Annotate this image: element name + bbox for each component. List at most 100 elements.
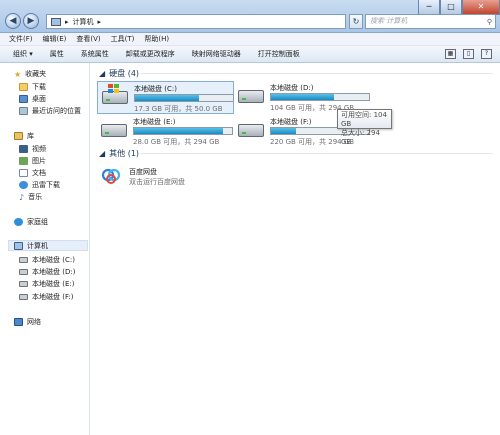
sidebar-label: 下载 xyxy=(32,83,46,91)
collapse-icon[interactable]: ◢ xyxy=(99,69,105,78)
title-bar: ─ □ ✕ ◀ ▶ ▸ 计算机 ▸ ↻ 搜索 计算机 ⚲ xyxy=(0,0,500,33)
drive-tile-e[interactable]: 本地磁盘 (E:) 28.0 GB 可用，共 294 GB xyxy=(97,115,234,148)
command-bar: 组织 ▾ 属性 系统属性 卸载或更改程序 映射网络驱动器 打开控制面板 ▦ ▯ … xyxy=(0,46,500,63)
library-icon xyxy=(14,132,23,140)
drive-name: 本地磁盘 (E:) xyxy=(133,118,176,126)
windows-logo-icon xyxy=(108,84,120,94)
system-properties-button[interactable]: 系统属性 xyxy=(81,49,109,59)
group-label: 其他 (1) xyxy=(109,149,140,158)
collapse-icon[interactable]: ◢ xyxy=(99,149,105,158)
open-control-panel-button[interactable]: 打开控制面板 xyxy=(258,49,300,59)
organize-button[interactable]: 组织 ▾ xyxy=(13,49,33,59)
usage-bar xyxy=(270,93,370,101)
sidebar-item-videos[interactable]: 视频 xyxy=(19,144,46,154)
drive-name: 本地磁盘 (F:) xyxy=(270,118,312,126)
search-icon[interactable]: ⚲ xyxy=(487,16,492,29)
help-icon[interactable]: ? xyxy=(481,49,492,59)
group-divider xyxy=(141,73,493,74)
document-icon xyxy=(19,169,28,177)
sidebar-label: 视频 xyxy=(32,145,46,153)
baidu-netdisk-name[interactable]: 百度网盘 xyxy=(129,167,157,177)
computer-icon xyxy=(51,17,61,26)
recent-places-icon xyxy=(19,107,28,115)
close-button[interactable]: ✕ xyxy=(462,0,500,15)
computer-icon xyxy=(14,241,23,250)
drive-name: 本地磁盘 (C:) xyxy=(134,85,177,93)
properties-button[interactable]: 属性 xyxy=(50,49,64,59)
baidu-netdisk-icon[interactable] xyxy=(101,166,121,186)
sidebar-label: 家庭组 xyxy=(27,218,48,226)
sidebar-label: 音乐 xyxy=(28,193,43,201)
menu-help[interactable]: 帮助(H) xyxy=(144,34,169,44)
sidebar-label: 本地磁盘 (C:) xyxy=(32,256,75,264)
hard-drive-icon xyxy=(238,90,264,103)
sidebar-label: 本地磁盘 (F:) xyxy=(32,293,74,301)
menu-edit[interactable]: 编辑(E) xyxy=(43,34,67,44)
sidebar-libraries[interactable]: 库 xyxy=(14,131,34,141)
sidebar-item-drive-d[interactable]: 本地磁盘 (D:) xyxy=(19,267,75,277)
sidebar-label: 桌面 xyxy=(32,95,46,103)
back-button[interactable]: ◀ xyxy=(5,13,21,29)
refresh-button[interactable]: ↻ xyxy=(349,14,363,29)
address-bar[interactable]: ▸ 计算机 ▸ xyxy=(46,14,346,29)
tooltip-total-size: 总大小: 294 GB xyxy=(341,129,380,146)
group-header-drives[interactable]: ◢ 硬盘 (4) xyxy=(99,68,139,79)
maximize-button[interactable]: □ xyxy=(440,0,462,15)
sidebar-label: 计算机 xyxy=(27,241,48,250)
search-placeholder: 搜索 计算机 xyxy=(370,17,408,25)
drive-tile-c[interactable]: 本地磁盘 (C:) 17.3 GB 可用，共 50.0 GB xyxy=(97,81,234,114)
usage-bar xyxy=(134,94,234,102)
homegroup-icon xyxy=(14,218,23,226)
drive-icon xyxy=(19,294,28,300)
sidebar-item-drive-c[interactable]: 本地磁盘 (C:) xyxy=(19,255,75,265)
sidebar-label: 收藏夹 xyxy=(25,70,47,78)
network-icon xyxy=(14,318,23,326)
sidebar-item-downloads[interactable]: 下载 xyxy=(19,82,46,92)
toolbar-right: ▦ ▯ ? xyxy=(445,49,492,59)
sidebar-item-desktop[interactable]: 桌面 xyxy=(19,94,46,104)
downloads-folder-icon xyxy=(19,83,28,91)
menu-view[interactable]: 查看(V) xyxy=(76,34,100,44)
sidebar-item-thunder-downloads[interactable]: 迅雷下载 xyxy=(19,180,60,190)
drive-name: 本地磁盘 (D:) xyxy=(270,84,314,92)
sidebar-item-drive-e[interactable]: 本地磁盘 (E:) xyxy=(19,279,74,289)
sidebar-computer[interactable]: 计算机 xyxy=(8,240,88,251)
minimize-button[interactable]: ─ xyxy=(418,0,440,15)
group-label: 硬盘 (4) xyxy=(109,69,140,78)
sidebar-homegroup[interactable]: 家庭组 xyxy=(14,217,48,227)
drive-icon xyxy=(19,269,28,275)
sidebar-label: 本地磁盘 (E:) xyxy=(32,280,75,288)
sidebar-item-recent[interactable]: 最近访问的位置 xyxy=(19,106,81,116)
search-input[interactable]: 搜索 计算机 ⚲ xyxy=(365,14,496,29)
usage-bar xyxy=(133,127,233,135)
menu-tools[interactable]: 工具(T) xyxy=(111,34,135,44)
sidebar-network[interactable]: 网络 xyxy=(14,317,41,327)
preview-pane-icon[interactable]: ▯ xyxy=(463,49,474,59)
star-icon: ★ xyxy=(14,69,22,79)
menu-file[interactable]: 文件(F) xyxy=(9,34,33,44)
tooltip-free-space: 可用空间: 104 GB xyxy=(341,111,387,128)
menu-bar: 文件(F) 编辑(E) 查看(V) 工具(T) 帮助(H) xyxy=(0,33,500,46)
sidebar-item-drive-f[interactable]: 本地磁盘 (F:) xyxy=(19,292,74,302)
map-network-drive-button[interactable]: 映射网络驱动器 xyxy=(192,49,241,59)
address-separator: ▸ xyxy=(65,17,69,26)
sidebar-favorites[interactable]: ★ 收藏夹 xyxy=(14,69,46,79)
sidebar-item-documents[interactable]: 文档 xyxy=(19,168,46,178)
sidebar-label: 库 xyxy=(27,132,34,140)
sidebar-label: 文档 xyxy=(32,169,46,177)
thunder-icon xyxy=(19,181,28,189)
sidebar-item-pictures[interactable]: 图片 xyxy=(19,156,46,166)
picture-icon xyxy=(19,157,28,165)
hard-drive-icon xyxy=(238,124,264,137)
uninstall-button[interactable]: 卸载或更改程序 xyxy=(126,49,175,59)
sidebar-item-music[interactable]: ♪ 音乐 xyxy=(19,192,42,202)
baidu-netdisk-desc: 双击运行百度网盘 xyxy=(129,178,185,186)
forward-button[interactable]: ▶ xyxy=(23,13,39,29)
drive-size: 17.3 GB 可用，共 50.0 GB xyxy=(134,105,223,113)
group-header-other[interactable]: ◢ 其他 (1) xyxy=(99,148,139,159)
hard-drive-icon xyxy=(101,124,127,137)
drive-size: 28.0 GB 可用，共 294 GB xyxy=(133,138,220,146)
breadcrumb-computer[interactable]: 计算机 xyxy=(73,17,94,27)
group-divider xyxy=(141,153,493,154)
view-icon[interactable]: ▦ xyxy=(445,49,456,59)
